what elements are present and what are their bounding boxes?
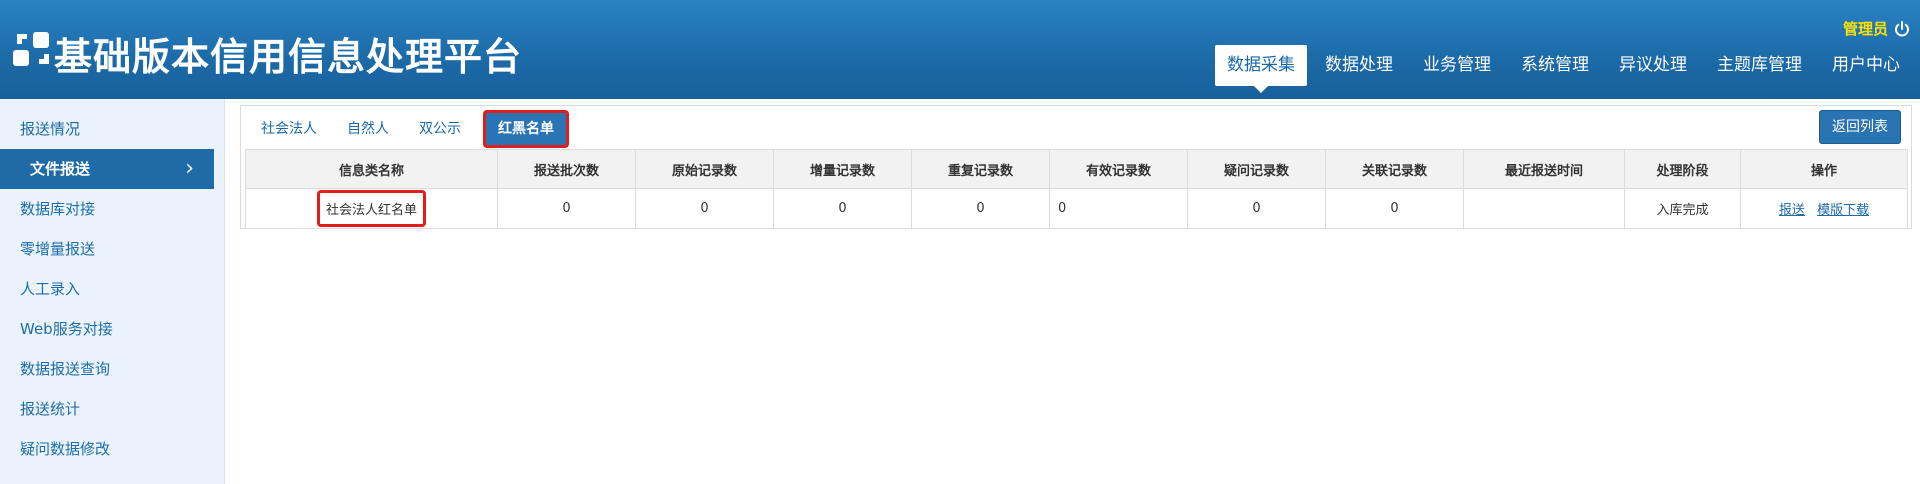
sidebar-item-submission-stats[interactable]: 报送统计 [0, 389, 224, 429]
cell-actions: 报送 模版下载 [1740, 188, 1908, 229]
column-header: 增量记录数 [773, 149, 912, 189]
column-header: 疑问记录数 [1187, 149, 1326, 189]
nav-objection-handling[interactable]: 异议处理 [1607, 45, 1699, 86]
table-row: 社会法人红名单 0 0 0 0 0 0 0 入库完成 报送 模版下载 [245, 188, 1908, 229]
logo-icon [13, 32, 49, 66]
main-panel: 社会法人 自然人 双公示 红黑名单 返回列表 信息类名称 报送批次数 原始记录数… [240, 105, 1912, 229]
info-class-name: 社会法人红名单 [316, 190, 426, 227]
tab-double-publicity[interactable]: 双公示 [405, 112, 475, 146]
sidebar-item-label: 文件报送 [30, 160, 91, 178]
power-icon[interactable] [1894, 20, 1910, 37]
cell-last-time [1463, 188, 1625, 229]
nav-system-management[interactable]: 系统管理 [1509, 45, 1601, 86]
cell-name: 社会法人红名单 [245, 188, 498, 229]
sidebar-item-submission-status[interactable]: 报送情况 [0, 109, 224, 149]
tab-legal-person[interactable]: 社会法人 [247, 112, 331, 146]
nav-user-center[interactable]: 用户中心 [1820, 45, 1912, 86]
data-table: 信息类名称 报送批次数 原始记录数 增量记录数 重复记录数 有效记录数 疑问记录… [245, 149, 1908, 229]
cell-related: 0 [1325, 188, 1464, 229]
cell-raw: 0 [635, 188, 774, 229]
sidebar-item-file-submission[interactable]: 文件报送 › [0, 149, 214, 189]
column-header: 原始记录数 [635, 149, 774, 189]
column-header: 报送批次数 [497, 149, 636, 189]
nav-business-management[interactable]: 业务管理 [1411, 45, 1503, 86]
cell-questionable: 0 [1187, 188, 1326, 229]
column-header: 关联记录数 [1325, 149, 1464, 189]
header: 基础版本信用信息处理平台 管理员 数据采集 数据处理 业务管理 系统管理 异议处… [0, 0, 1920, 99]
tab-red-black-list[interactable]: 红黑名单 [483, 110, 569, 148]
cell-batches: 0 [497, 188, 636, 229]
user-area: 管理员 [1843, 18, 1910, 39]
cell-stage: 入库完成 [1624, 188, 1741, 229]
sidebar-item-question-edit[interactable]: 疑问数据修改 [0, 429, 224, 469]
column-header: 信息类名称 [245, 149, 498, 189]
sidebar-item-database-connect[interactable]: 数据库对接 [0, 189, 224, 229]
sidebar-item-manual-entry[interactable]: 人工录入 [0, 269, 224, 309]
column-header: 重复记录数 [911, 149, 1050, 189]
sidebar: 报送情况 文件报送 › 数据库对接 零增量报送 人工录入 Web服务对接 数据报… [0, 99, 225, 484]
cell-incremental: 0 [773, 188, 912, 229]
sidebar-item-zero-increment[interactable]: 零增量报送 [0, 229, 224, 269]
top-nav: 数据采集 数据处理 业务管理 系统管理 异议处理 主题库管理 用户中心 [1209, 45, 1912, 93]
chevron-right-icon: › [185, 156, 194, 181]
tab-natural-person[interactable]: 自然人 [333, 112, 403, 146]
column-header: 处理阶段 [1624, 149, 1741, 189]
column-header: 操作 [1740, 149, 1908, 189]
back-to-list-button[interactable]: 返回列表 [1819, 110, 1901, 144]
submit-link[interactable]: 报送 [1779, 203, 1805, 218]
cell-duplicate: 0 [911, 188, 1050, 229]
template-download-link[interactable]: 模版下载 [1817, 203, 1869, 218]
nav-data-processing[interactable]: 数据处理 [1313, 45, 1405, 86]
nav-theme-library[interactable]: 主题库管理 [1705, 45, 1814, 86]
user-name-link[interactable]: 管理员 [1843, 18, 1888, 39]
sidebar-item-submission-query[interactable]: 数据报送查询 [0, 349, 224, 389]
column-header: 有效记录数 [1049, 149, 1188, 189]
table-header-row: 信息类名称 报送批次数 原始记录数 增量记录数 重复记录数 有效记录数 疑问记录… [245, 149, 1908, 189]
nav-data-collection[interactable]: 数据采集 [1215, 45, 1307, 93]
cell-valid: 0 [1049, 188, 1188, 229]
category-tabs: 社会法人 自然人 双公示 红黑名单 [247, 110, 571, 148]
column-header: 最近报送时间 [1463, 149, 1625, 189]
sidebar-item-web-service[interactable]: Web服务对接 [0, 309, 224, 349]
app-title: 基础版本信用信息处理平台 [54, 35, 523, 79]
